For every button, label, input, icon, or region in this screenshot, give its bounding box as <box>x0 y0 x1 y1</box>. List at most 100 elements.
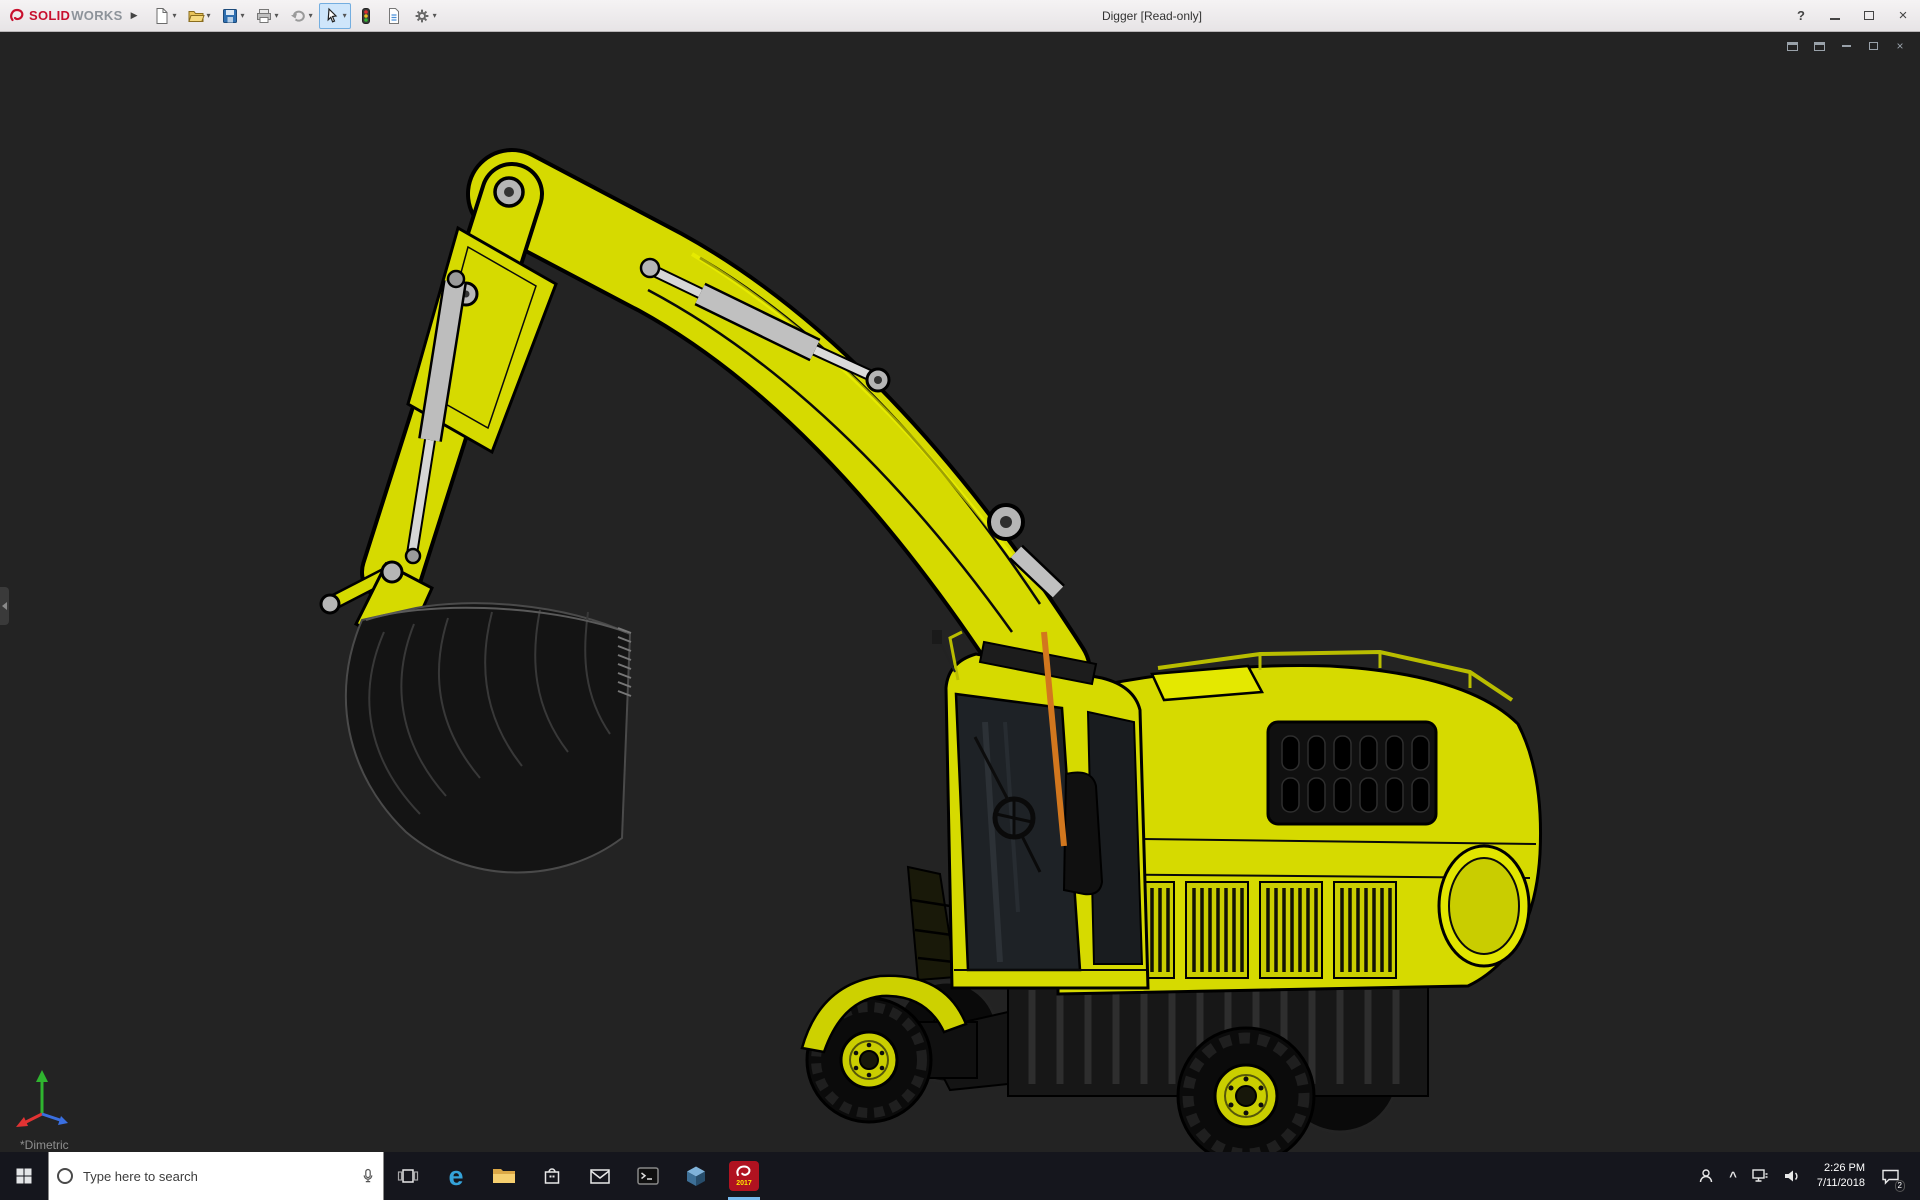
document-window-controls: × <box>1782 38 1910 54</box>
taskbar-search[interactable] <box>48 1152 384 1200</box>
doc-close-icon: × <box>1896 39 1904 53</box>
store-bag-icon <box>544 1168 560 1184</box>
mail-envelope-icon <box>590 1168 610 1184</box>
dropdown-icon[interactable]: ▾ <box>275 11 279 20</box>
network-button[interactable] <box>1749 1152 1771 1200</box>
cortana-icon <box>57 1168 73 1184</box>
solidworks-year-label: 2017 <box>736 1180 752 1187</box>
solidworks-logo: SOLID WORKS <box>8 7 123 25</box>
pane-icon <box>1786 41 1798 51</box>
microphone-icon[interactable] <box>361 1168 375 1184</box>
task-view-button[interactable] <box>384 1152 432 1200</box>
solidworks-2017-button[interactable]: 2017 <box>720 1152 768 1200</box>
rebuild-traffic-light-icon <box>361 7 370 24</box>
command-prompt-button[interactable] <box>624 1152 672 1200</box>
windows-taskbar: e <box>0 1152 1920 1200</box>
window-controls: ? × <box>1784 0 1920 31</box>
pane-toggle-button[interactable] <box>1809 38 1829 54</box>
graphics-area[interactable]: × *Dimetric <box>0 32 1920 1152</box>
excavator-rear-wheel[interactable] <box>1176 1026 1316 1152</box>
z-axis-arrow <box>58 1116 68 1125</box>
file-properties-icon <box>388 7 399 24</box>
maximize-icon <box>1864 11 1874 20</box>
network-ethernet-icon <box>1752 1169 1768 1182</box>
titlebar: SOLID WORKS ▶ ▾ ▾ ▾ ▾ ▾ ▾ ▾ Digger [Read… <box>0 0 1920 32</box>
view-orientation-label: *Dimetric <box>20 1138 69 1152</box>
open-folder-icon <box>187 10 205 22</box>
folder-icon <box>493 1169 515 1183</box>
print-button[interactable]: ▾ <box>251 3 283 29</box>
minimize-icon <box>1830 17 1840 20</box>
edge-icon: e <box>448 1160 464 1191</box>
clock-time: 2:26 PM <box>1824 1162 1865 1175</box>
dropdown-icon[interactable]: ▾ <box>207 11 211 20</box>
tray-overflow-button[interactable]: ^ <box>1727 1152 1739 1200</box>
brand-solid: SOLID <box>29 8 71 23</box>
select-tool-button[interactable]: ▾ <box>318 2 351 29</box>
new-document-button[interactable]: ▾ <box>149 3 181 29</box>
dropdown-icon[interactable]: ▾ <box>309 11 313 20</box>
notification-count-badge: 2 <box>1894 1180 1905 1192</box>
edge-button[interactable]: e <box>432 1152 480 1200</box>
undo-button[interactable]: ▾ <box>285 3 317 29</box>
windows-logo-icon <box>16 1168 32 1184</box>
file-explorer-button[interactable] <box>480 1152 528 1200</box>
system-tray: ^ 2:26 PM 7/11/2018 2 <box>1695 1152 1920 1200</box>
save-floppy-icon <box>222 8 237 23</box>
y-axis-arrow <box>36 1070 48 1082</box>
help-button[interactable]: ? <box>1784 0 1818 31</box>
boom-apex-joint[interactable] <box>493 176 525 208</box>
doc-close-button[interactable]: × <box>1890 38 1910 54</box>
dropdown-icon[interactable]: ▾ <box>433 11 437 20</box>
quick-access-toolbar: ▾ ▾ ▾ ▾ ▾ ▾ ▾ <box>148 2 442 29</box>
excavator-cab[interactable] <box>932 630 1150 990</box>
document-title: Digger [Read-only] <box>1101 8 1203 23</box>
options-gear-icon <box>415 9 428 22</box>
printer-icon <box>256 8 271 23</box>
taskbar-clock[interactable]: 2:26 PM 7/11/2018 <box>1813 1161 1869 1191</box>
select-cursor-icon <box>327 7 337 23</box>
open-button[interactable]: ▾ <box>183 3 215 29</box>
orientation-triad[interactable] <box>12 1064 82 1134</box>
rebuild-button[interactable] <box>353 3 379 29</box>
mirror <box>932 630 942 644</box>
maximize-button[interactable] <box>1852 0 1886 31</box>
ds-swirl-icon <box>10 8 24 21</box>
brand-works: WORKS <box>71 8 123 23</box>
excavator-model[interactable] <box>0 32 1920 1152</box>
search-input[interactable] <box>81 1167 353 1185</box>
mail-button[interactable] <box>576 1152 624 1200</box>
action-center-button[interactable]: 2 <box>1879 1152 1905 1200</box>
doc-restore-icon <box>1868 42 1878 50</box>
chevron-up-icon: ^ <box>1729 1168 1737 1184</box>
x-axis-arrow <box>16 1117 28 1127</box>
close-button[interactable]: × <box>1886 0 1920 31</box>
people-icon <box>1700 1169 1713 1183</box>
store-button[interactable] <box>528 1152 576 1200</box>
dropdown-icon[interactable]: ▾ <box>173 11 177 20</box>
minimize-button[interactable] <box>1818 0 1852 31</box>
edrawings-button[interactable] <box>672 1152 720 1200</box>
excavator-boom[interactable] <box>466 148 1092 718</box>
save-button[interactable]: ▾ <box>217 3 249 29</box>
speaker-icon <box>1784 1170 1798 1182</box>
pane-toggle-button[interactable] <box>1782 38 1802 54</box>
excavator-bucket[interactable] <box>344 602 632 874</box>
start-button[interactable] <box>0 1152 48 1200</box>
options-button[interactable]: ▾ <box>409 3 441 29</box>
doc-minimize-button[interactable] <box>1836 38 1856 54</box>
console-icon <box>637 1167 659 1185</box>
dropdown-icon[interactable]: ▾ <box>241 11 245 20</box>
task-view-icon <box>397 1169 419 1183</box>
clock-date: 7/11/2018 <box>1816 1177 1865 1189</box>
doc-restore-button[interactable] <box>1863 38 1883 54</box>
doc-minimize-icon <box>1841 45 1851 47</box>
volume-button[interactable] <box>1781 1152 1803 1200</box>
dropdown-icon[interactable]: ▾ <box>343 11 347 20</box>
new-document-icon <box>156 7 167 24</box>
file-properties-button[interactable] <box>381 3 407 29</box>
menu-expand-arrow-icon[interactable]: ▶ <box>131 10 138 21</box>
people-button[interactable] <box>1695 1152 1717 1200</box>
solidworks-swirl-icon <box>736 1165 751 1176</box>
close-icon: × <box>1898 7 1908 24</box>
